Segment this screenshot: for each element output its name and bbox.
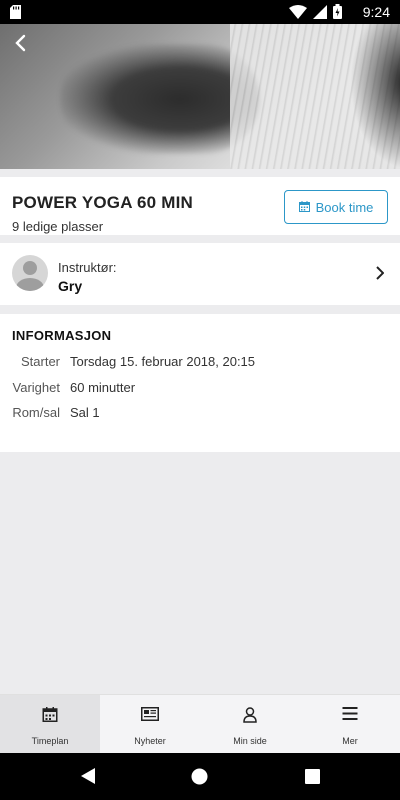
status-time: 9:24 bbox=[362, 4, 390, 20]
info-row-duration: Varighet 60 minutter bbox=[0, 380, 400, 400]
back-button[interactable] bbox=[6, 30, 34, 60]
chevron-right-icon bbox=[375, 266, 385, 285]
tab-label: Timeplan bbox=[31, 736, 69, 746]
nav-recents-icon[interactable] bbox=[305, 769, 320, 789]
system-navigation-bar bbox=[0, 753, 400, 800]
battery-icon bbox=[333, 4, 342, 24]
info-key: Rom/sal bbox=[12, 405, 60, 420]
instructor-name: Gry bbox=[58, 278, 83, 294]
info-row-room: Rom/sal Sal 1 bbox=[0, 405, 400, 425]
wifi-icon bbox=[289, 4, 307, 24]
tab-label: Min side bbox=[233, 736, 267, 746]
available-spots: 9 ledige plasser bbox=[12, 219, 104, 234]
instructor-label: Instruktør: bbox=[58, 260, 117, 275]
nav-home-icon[interactable] bbox=[191, 768, 208, 790]
tab-timeplan[interactable]: Timeplan bbox=[0, 695, 100, 753]
nav-back-icon[interactable] bbox=[80, 767, 96, 790]
tab-mer[interactable]: Mer bbox=[300, 695, 400, 753]
person-icon bbox=[243, 707, 257, 728]
calendar-icon bbox=[42, 707, 58, 727]
info-value: 60 minutter bbox=[70, 380, 136, 395]
back-arrow-icon bbox=[13, 34, 27, 57]
tab-label: Nyheter bbox=[134, 736, 166, 746]
sd-card-icon bbox=[10, 5, 21, 24]
bottom-tab-bar: Timeplan Nyheter Min side Mer bbox=[0, 694, 400, 753]
avatar bbox=[12, 255, 48, 291]
info-key: Starter bbox=[20, 354, 60, 369]
menu-icon bbox=[342, 707, 358, 725]
info-section: INFORMASJON Starter Torsdag 15. februar … bbox=[0, 314, 400, 452]
tab-nyheter[interactable]: Nyheter bbox=[100, 695, 200, 753]
info-key: Varighet bbox=[12, 380, 60, 395]
calendar-icon bbox=[298, 200, 310, 215]
status-bar: 9:24 bbox=[0, 0, 400, 24]
signal-icon bbox=[313, 4, 327, 24]
info-value: Sal 1 bbox=[70, 405, 100, 420]
newspaper-icon bbox=[141, 707, 159, 726]
book-time-label: Book time bbox=[315, 199, 374, 215]
class-hero-image bbox=[0, 24, 400, 169]
class-title: POWER YOGA 60 MIN bbox=[12, 193, 193, 212]
tab-min-side[interactable]: Min side bbox=[200, 695, 300, 753]
info-value: Torsdag 15. februar 2018, 20:15 bbox=[70, 354, 256, 369]
tab-label: Mer bbox=[342, 736, 358, 746]
instructor-row[interactable]: Instruktør: Gry bbox=[0, 243, 400, 305]
book-time-button[interactable]: Book time bbox=[284, 190, 388, 224]
info-row-start: Starter Torsdag 15. februar 2018, 20:15 bbox=[0, 354, 400, 374]
info-heading: INFORMASJON bbox=[12, 328, 112, 343]
